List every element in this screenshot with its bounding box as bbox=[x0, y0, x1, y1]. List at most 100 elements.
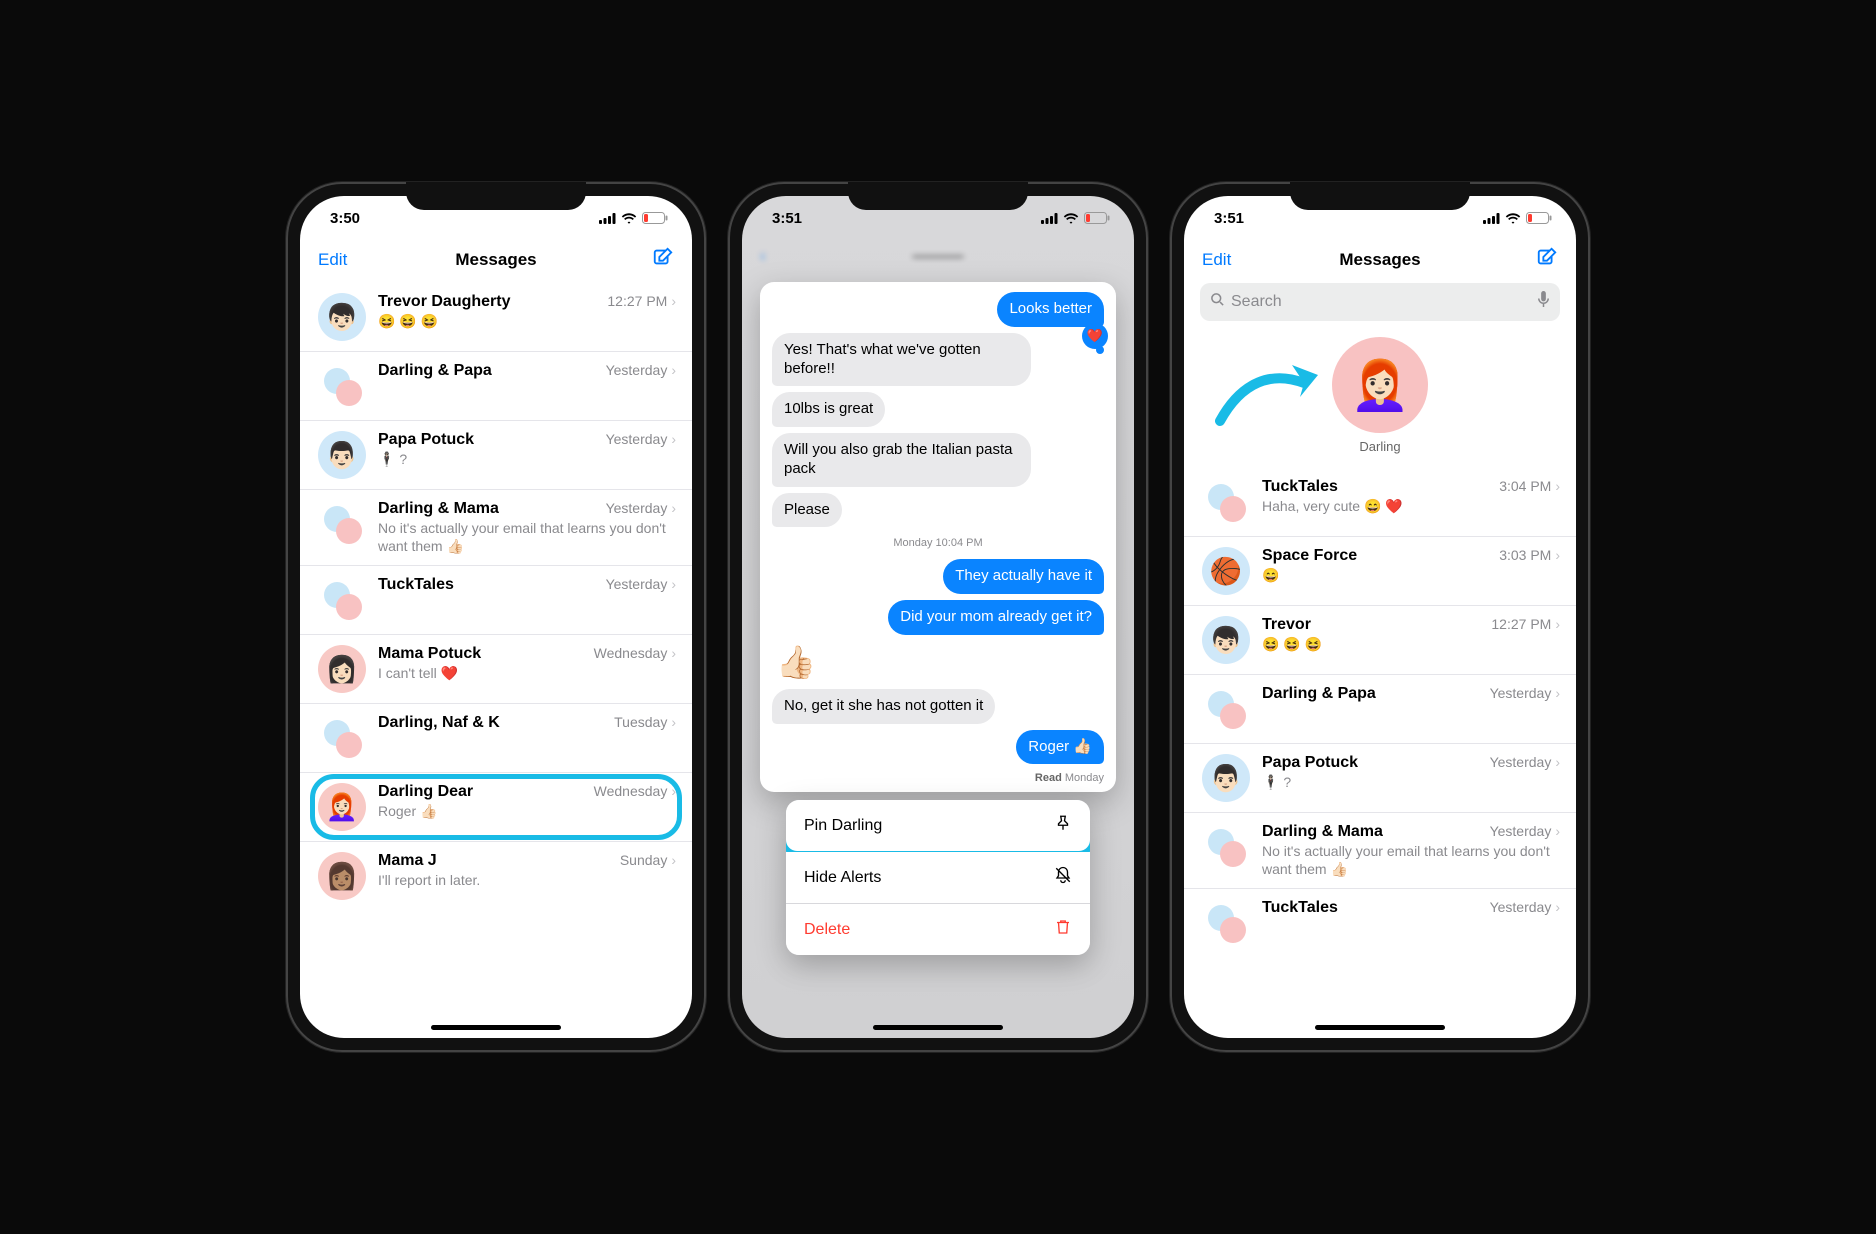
wifi-icon bbox=[1505, 213, 1521, 224]
context-menu-trash[interactable]: Delete bbox=[786, 904, 1090, 955]
conversation-row[interactable]: Darling & Papa Yesterday› bbox=[1184, 675, 1576, 744]
conversation-time: Yesterday› bbox=[1490, 823, 1560, 839]
avatar bbox=[1202, 685, 1250, 733]
conversation-name: TuckTales bbox=[378, 576, 454, 594]
conversation-list[interactable]: 👦🏻Trevor Daugherty12:27 PM›😆 😆 😆Darling … bbox=[300, 283, 692, 1038]
notch bbox=[406, 182, 586, 210]
conversation-row[interactable]: Darling & PapaYesterday› bbox=[300, 352, 692, 421]
conversation-row[interactable]: 👩🏻Mama PotuckWednesday›I can't tell ❤️ bbox=[300, 635, 692, 704]
compose-button[interactable] bbox=[1518, 246, 1558, 273]
thread-timestamp: Monday 10:04 PM bbox=[772, 537, 1104, 549]
edit-button[interactable]: Edit bbox=[318, 250, 358, 270]
conversation-name: TuckTales bbox=[1262, 899, 1338, 917]
chevron-right-icon: › bbox=[1555, 616, 1560, 632]
home-indicator[interactable] bbox=[431, 1025, 561, 1030]
wifi-icon bbox=[1063, 213, 1079, 224]
message-incoming: Please bbox=[772, 493, 842, 528]
conversation-row[interactable]: 👨🏻Papa PotuckYesterday›🕴🏻 ? bbox=[1184, 744, 1576, 813]
conversation-time: Sunday› bbox=[620, 852, 676, 868]
conversation-name: Papa Potuck bbox=[1262, 754, 1358, 772]
pinned-section: 👩🏻‍🦰 Darling bbox=[1184, 331, 1576, 468]
conversation-row[interactable]: 👩🏽 Mama J Sunday› I'll report in later. bbox=[300, 842, 692, 910]
chevron-right-icon: › bbox=[1555, 899, 1560, 915]
conversation-time: Wednesday› bbox=[594, 645, 676, 661]
conversation-row[interactable]: Darling & MamaYesterday›No it's actually… bbox=[1184, 813, 1576, 889]
avatar bbox=[1202, 478, 1250, 526]
home-indicator[interactable] bbox=[873, 1025, 1003, 1030]
conversation-time: 3:03 PM› bbox=[1499, 547, 1560, 563]
battery-low-icon bbox=[1084, 212, 1110, 224]
phone-frame-2: 3:51 ‹——— Looks better ❤️ Yes! That's wh… bbox=[728, 182, 1148, 1052]
status-right bbox=[599, 212, 668, 224]
context-menu-label: Delete bbox=[804, 921, 850, 939]
pinned-name: Darling bbox=[1359, 439, 1400, 454]
chevron-right-icon: › bbox=[671, 645, 676, 661]
context-menu-label: Pin Darling bbox=[804, 817, 882, 835]
avatar: 🏀 bbox=[1202, 547, 1250, 595]
conversation-time: Yesterday› bbox=[1490, 754, 1560, 770]
conversation-row[interactable]: 👦🏻Trevor12:27 PM›😆 😆 😆 bbox=[1184, 606, 1576, 675]
avatar: 👩🏻 bbox=[318, 645, 366, 693]
conversation-row[interactable]: 👦🏻Trevor Daugherty12:27 PM›😆 😆 😆 bbox=[300, 283, 692, 352]
conversation-preview: No it's actually your email that learns … bbox=[378, 520, 676, 555]
compose-button[interactable] bbox=[634, 246, 674, 273]
conversation-row[interactable]: Darling & MamaYesterday›No it's actually… bbox=[300, 490, 692, 566]
conversation-row[interactable]: 🏀Space Force3:03 PM›😄 bbox=[1184, 537, 1576, 606]
conversation-name: Papa Potuck bbox=[378, 431, 474, 449]
page-title: Messages bbox=[455, 250, 536, 270]
conversation-time: 3:04 PM› bbox=[1499, 478, 1560, 494]
nav-bar-blurred: ‹——— bbox=[742, 240, 1134, 276]
mic-icon[interactable] bbox=[1537, 291, 1550, 313]
pinned-avatar[interactable]: 👩🏻‍🦰 bbox=[1332, 337, 1428, 433]
edit-button[interactable]: Edit bbox=[1202, 250, 1242, 270]
conversation-row[interactable]: 👩🏻‍🦰Darling DearWednesday›Roger 👍🏻 bbox=[300, 773, 692, 842]
battery-low-icon bbox=[1526, 212, 1552, 224]
conversation-preview: I can't tell ❤️ bbox=[378, 665, 676, 683]
conversation-name: Mama J bbox=[378, 852, 437, 870]
conversation-row[interactable]: TuckTalesYesterday› bbox=[1184, 889, 1576, 957]
wifi-icon bbox=[621, 213, 637, 224]
conversation-name: Darling & Papa bbox=[378, 362, 492, 380]
context-menu-bell-slash[interactable]: Hide Alerts bbox=[786, 852, 1090, 904]
memoji-icon: 👦🏻 bbox=[1210, 625, 1242, 656]
context-menu-label: Hide Alerts bbox=[804, 869, 881, 887]
status-time: 3:51 bbox=[772, 210, 802, 227]
chevron-right-icon: › bbox=[671, 783, 676, 799]
search-input[interactable]: Search bbox=[1200, 283, 1560, 321]
avatar bbox=[318, 576, 366, 624]
context-menu-pin[interactable]: Pin Darling bbox=[786, 800, 1090, 852]
conversation-row[interactable]: TuckTales Yesterday› bbox=[300, 566, 692, 635]
memoji-icon: 👩🏻‍🦰 bbox=[326, 792, 358, 823]
search-icon bbox=[1210, 292, 1225, 312]
chevron-right-icon: › bbox=[671, 714, 676, 730]
chevron-right-icon: › bbox=[671, 500, 676, 516]
page-title: Messages bbox=[1339, 250, 1420, 270]
chevron-right-icon: › bbox=[671, 852, 676, 868]
message-outgoing: They actually have it bbox=[943, 559, 1104, 594]
conversation-time: Yesterday› bbox=[606, 576, 676, 592]
conversation-name: Darling & Papa bbox=[1262, 685, 1376, 703]
avatar bbox=[318, 500, 366, 548]
compose-icon bbox=[652, 246, 674, 268]
conversation-preview: 😆 😆 😆 bbox=[378, 313, 676, 331]
pin-icon bbox=[1054, 814, 1072, 837]
conversation-time: Yesterday› bbox=[1490, 685, 1560, 701]
conversation-preview: Haha, very cute 😄 ❤️ bbox=[1262, 498, 1560, 516]
conversation-list[interactable]: TuckTales 3:04 PM› Haha, very cute 😄 ❤️ 🏀Sp… bbox=[1184, 468, 1576, 1038]
avatar: 👩🏽 bbox=[318, 852, 366, 900]
conversation-name: Darling Dear bbox=[378, 783, 473, 801]
conversation-name: Darling, Naf & K bbox=[378, 714, 500, 732]
conversation-preview-card[interactable]: Looks better ❤️ Yes! That's what we've g… bbox=[760, 282, 1116, 792]
home-indicator[interactable] bbox=[1315, 1025, 1445, 1030]
message-incoming: Yes! That's what we've gotten before!! bbox=[772, 333, 1031, 387]
conversation-name: TuckTales bbox=[1262, 478, 1338, 496]
chevron-right-icon: › bbox=[671, 293, 676, 309]
memoji-icon: 👦🏻 bbox=[326, 302, 358, 333]
conversation-preview: I'll report in later. bbox=[378, 872, 676, 890]
conversation-time: 12:27 PM› bbox=[1491, 616, 1560, 632]
conversation-row[interactable]: TuckTales 3:04 PM› Haha, very cute 😄 ❤️ bbox=[1184, 468, 1576, 537]
notch bbox=[848, 182, 1028, 210]
conversation-row[interactable]: 👨🏻Papa PotuckYesterday›🕴🏻 ? bbox=[300, 421, 692, 490]
conversation-row[interactable]: Darling, Naf & KTuesday› bbox=[300, 704, 692, 773]
conversation-time: Wednesday› bbox=[594, 783, 676, 799]
